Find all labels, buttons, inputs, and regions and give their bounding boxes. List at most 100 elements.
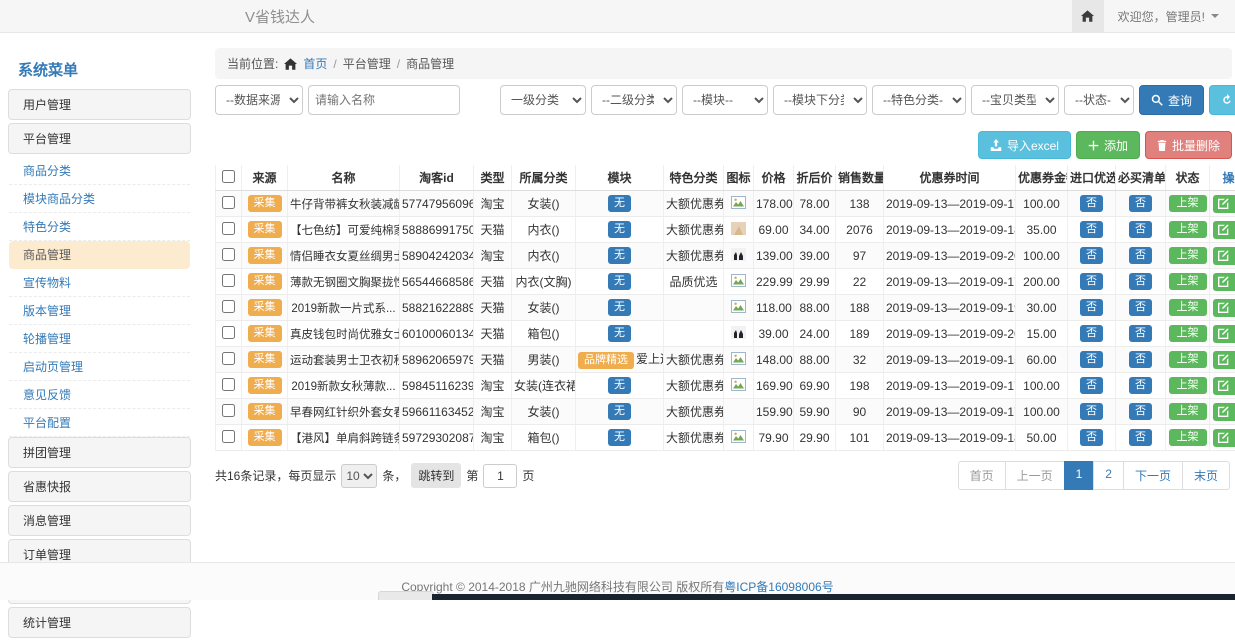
filter-select-module-sub-category[interactable]: --模块下分类--	[773, 85, 867, 115]
breadcrumb-home-link[interactable]: 首页	[303, 55, 327, 72]
status-button[interactable]: 上架	[1169, 403, 1207, 420]
row-checkbox[interactable]	[222, 378, 235, 391]
select-all-checkbox[interactable]	[222, 170, 235, 183]
sidebar-item[interactable]: 宣传物料	[9, 269, 190, 297]
icp-link[interactable]: 粤ICP备16098006号	[724, 580, 833, 594]
sidebar-item[interactable]: 消息管理	[8, 505, 191, 536]
status-button[interactable]: 上架	[1169, 195, 1207, 212]
sidebar-item[interactable]: 平台配置	[9, 409, 190, 437]
imported-toggle[interactable]: 否	[1080, 221, 1103, 238]
must-buy-toggle[interactable]: 否	[1129, 377, 1152, 394]
sidebar-item[interactable]: 拼团管理	[8, 437, 191, 468]
filter-select-level1-category[interactable]: 一级分类	[500, 85, 586, 115]
edit-button[interactable]	[1213, 195, 1235, 213]
imported-toggle[interactable]: 否	[1080, 429, 1103, 446]
imported-toggle[interactable]: 否	[1080, 351, 1103, 368]
imported-toggle[interactable]: 否	[1080, 377, 1103, 394]
filter-select-data-source[interactable]: --数据来源--	[215, 85, 303, 115]
sidebar-item[interactable]: 轮播管理	[9, 325, 190, 353]
must-buy-toggle[interactable]: 否	[1129, 195, 1152, 212]
row-checkbox[interactable]	[222, 430, 235, 443]
page-button[interactable]: 2	[1093, 461, 1124, 490]
row-checkbox[interactable]	[222, 196, 235, 209]
must-buy-toggle[interactable]: 否	[1129, 247, 1152, 264]
page-button[interactable]: 末页	[1182, 461, 1230, 490]
sidebar-item[interactable]: 用户管理	[8, 89, 191, 120]
bulk-delete-button[interactable]: 批量删除	[1145, 131, 1232, 159]
imported-toggle[interactable]: 否	[1080, 299, 1103, 316]
sidebar-item[interactable]: 启动页管理	[9, 353, 190, 381]
edit-button[interactable]	[1213, 273, 1235, 291]
edit-button[interactable]	[1213, 377, 1235, 395]
filter-select-level2-category[interactable]: --二级分类--	[591, 85, 677, 115]
sidebar-item[interactable]: 商品管理	[9, 241, 190, 269]
add-button[interactable]: 添加	[1076, 131, 1140, 159]
filter-select-feature-category[interactable]: --特色分类--	[872, 85, 966, 115]
page-button[interactable]: 上一页	[1005, 461, 1065, 490]
cell-product-name: 薄款无钢圈文胸聚拢性...	[288, 269, 400, 295]
must-buy-toggle[interactable]: 否	[1129, 429, 1152, 446]
edit-button[interactable]	[1213, 403, 1235, 421]
filter-select-item-type[interactable]: --宝贝类型--	[971, 85, 1059, 115]
per-page-select[interactable]: 10	[341, 464, 377, 488]
filter-select-module[interactable]: --模块--	[682, 85, 768, 115]
must-buy-toggle[interactable]: 否	[1129, 221, 1152, 238]
status-button[interactable]: 上架	[1169, 351, 1207, 368]
must-buy-toggle[interactable]: 否	[1129, 325, 1152, 342]
cell-sales: 32	[836, 347, 884, 373]
edit-button[interactable]	[1213, 221, 1235, 239]
home-button[interactable]	[1072, 0, 1104, 32]
imported-toggle[interactable]: 否	[1080, 403, 1103, 420]
status-button[interactable]: 上架	[1169, 429, 1207, 446]
page-button[interactable]: 首页	[958, 461, 1006, 490]
row-checkbox[interactable]	[222, 274, 235, 287]
cell-taoke-id: 596611634525	[400, 399, 474, 425]
must-buy-toggle[interactable]: 否	[1129, 299, 1152, 316]
import-excel-button[interactable]: 导入excel	[978, 131, 1071, 159]
status-button[interactable]: 上架	[1169, 299, 1207, 316]
edit-button[interactable]	[1213, 299, 1235, 317]
imported-toggle[interactable]: 否	[1080, 325, 1103, 342]
operation-buttons	[1213, 403, 1235, 421]
row-checkbox[interactable]	[222, 326, 235, 339]
cell-category: 女装(连衣裙)	[512, 373, 576, 399]
edit-button[interactable]	[1213, 325, 1235, 343]
page-number-input[interactable]	[483, 464, 517, 488]
page-button[interactable]: 下一页	[1123, 461, 1183, 490]
imported-toggle[interactable]: 否	[1080, 195, 1103, 212]
edit-button[interactable]	[1213, 429, 1235, 447]
status-button[interactable]: 上架	[1169, 377, 1207, 394]
status-button[interactable]: 上架	[1169, 325, 1207, 342]
sidebar-item[interactable]: 商品分类	[9, 157, 190, 185]
sidebar-item[interactable]: 意见反馈	[9, 381, 190, 409]
sidebar-item[interactable]: 特色分类	[9, 213, 190, 241]
user-menu[interactable]: 欢迎您，管理员!	[1104, 8, 1235, 25]
sidebar-item[interactable]: 模块商品分类	[9, 185, 190, 213]
row-checkbox[interactable]	[222, 352, 235, 365]
page-button[interactable]: 1	[1064, 461, 1095, 490]
cell-product-name: 【七色纺】可爱纯棉家...	[288, 217, 400, 243]
row-checkbox[interactable]	[222, 248, 235, 261]
status-button[interactable]: 上架	[1169, 221, 1207, 238]
row-checkbox[interactable]	[222, 300, 235, 313]
status-button[interactable]: 上架	[1169, 273, 1207, 290]
must-buy-toggle[interactable]: 否	[1129, 273, 1152, 290]
sidebar-item[interactable]: 统计管理	[8, 607, 191, 638]
sidebar-item[interactable]: 平台管理	[8, 123, 191, 154]
must-buy-toggle[interactable]: 否	[1129, 403, 1152, 420]
imported-toggle[interactable]: 否	[1080, 247, 1103, 264]
row-checkbox[interactable]	[222, 222, 235, 235]
reset-button[interactable]: 重置	[1209, 85, 1235, 115]
search-name-input[interactable]	[308, 85, 460, 115]
must-buy-toggle[interactable]: 否	[1129, 351, 1152, 368]
edit-button[interactable]	[1213, 351, 1235, 369]
row-checkbox[interactable]	[222, 404, 235, 417]
search-button[interactable]: 查询	[1139, 85, 1204, 115]
imported-toggle[interactable]: 否	[1080, 273, 1103, 290]
filter-select-status[interactable]: --状态--	[1064, 85, 1134, 115]
status-button[interactable]: 上架	[1169, 247, 1207, 264]
jump-to-button[interactable]: 跳转到	[411, 463, 461, 488]
sidebar-item[interactable]: 省惠快报	[8, 471, 191, 502]
sidebar-item[interactable]: 版本管理	[9, 297, 190, 325]
edit-button[interactable]	[1213, 247, 1235, 265]
